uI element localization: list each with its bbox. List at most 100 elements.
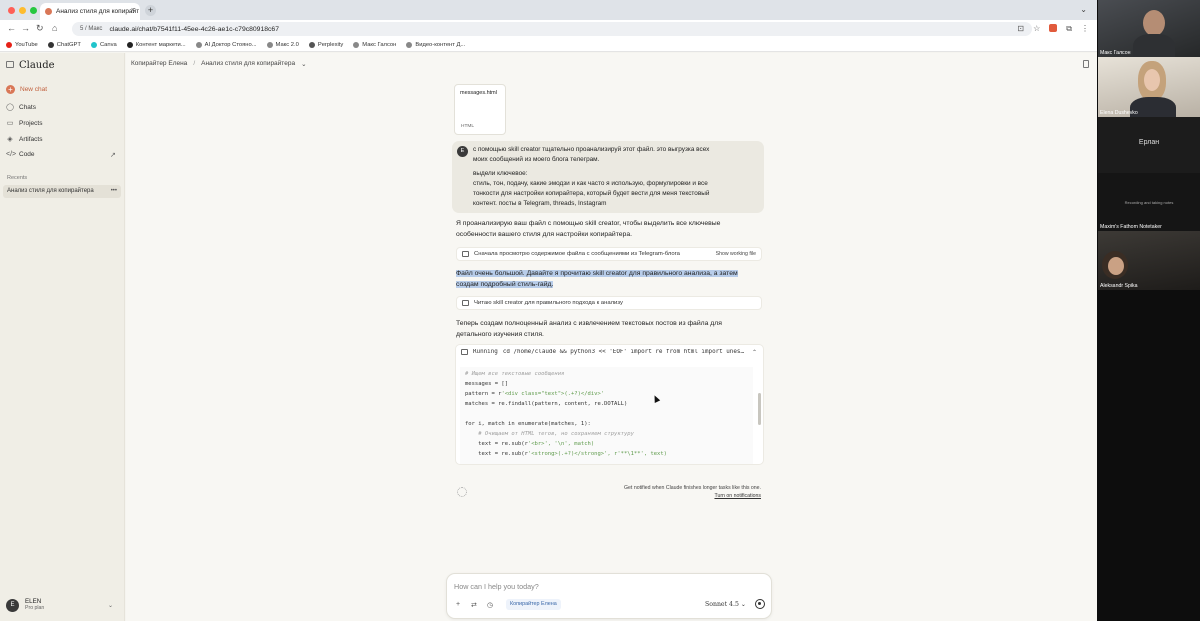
code-body: # Ищем все текстовые сообщения messages … bbox=[460, 367, 753, 464]
forward-arrow-icon[interactable]: → bbox=[21, 23, 30, 33]
external-link-icon[interactable]: ↗ bbox=[110, 151, 116, 159]
attachment-card[interactable]: messages.html HTML bbox=[454, 84, 506, 135]
breadcrumb-separator: / bbox=[193, 60, 196, 67]
message-composer: How can I help you today? + ⇄ ◷ Копирайт… bbox=[446, 573, 772, 619]
site-icon bbox=[266, 41, 273, 48]
model-selector[interactable]: Sonnet 4.5 ⌄ bbox=[705, 601, 746, 608]
video-tile[interactable]: Макс Галсон bbox=[1098, 0, 1200, 57]
notification-prompt: Get notified when Claude finishes longer… bbox=[624, 485, 761, 499]
user-message-line: контент. посты в Telegram, threads, Inst… bbox=[473, 200, 607, 207]
extension-icon[interactable] bbox=[1049, 24, 1058, 32]
close-tab-icon[interactable]: × bbox=[131, 7, 135, 14]
user-menu[interactable]: E ELEN Pro plan bbox=[6, 598, 44, 612]
chevron-down-icon[interactable]: ⌄ bbox=[301, 60, 306, 68]
history-clock-icon[interactable]: ◷ bbox=[487, 601, 493, 609]
url-field[interactable]: 5 / Макс claude.ai/chat/b7541f11-45ee-4c… bbox=[72, 22, 1032, 36]
sidebar-item-code[interactable]: </> Code bbox=[6, 151, 35, 158]
toolbar-icons: ⊡ ☆ ⧉ ⋮ bbox=[1017, 24, 1089, 34]
tab-title: Анализ стиля для копирайт bbox=[56, 8, 140, 15]
bookmark-canva[interactable]: Canva bbox=[90, 41, 117, 48]
bookmark-chatgpt[interactable]: ChatGPT bbox=[47, 41, 81, 48]
video-tile[interactable]: Recording and taking notes Maxim's Fatho… bbox=[1098, 173, 1200, 231]
participant-face bbox=[1108, 257, 1124, 275]
video-tile[interactable]: Aleksandr Spika bbox=[1098, 231, 1200, 290]
tab-list-chevron-icon[interactable]: ⌄ bbox=[1080, 5, 1087, 14]
new-chat-button[interactable]: + New chat bbox=[6, 85, 47, 94]
bookmark-maks-2[interactable]: Макс 2.0 bbox=[266, 41, 299, 48]
bookmark-perplexity[interactable]: Perplexity bbox=[308, 41, 343, 48]
sidebar-item-artifacts[interactable]: ◈ Artifacts bbox=[6, 135, 42, 144]
tools-toggle-icon[interactable]: ⇄ bbox=[471, 601, 477, 609]
video-tile[interactable]: Elena Dushevko bbox=[1098, 57, 1200, 117]
site-icon bbox=[353, 41, 360, 48]
sidebar-item-projects[interactable]: ▭ Projects bbox=[6, 119, 43, 128]
puzzle-extensions-icon[interactable]: ⧉ bbox=[1066, 24, 1072, 34]
folder-icon: ▭ bbox=[6, 120, 14, 127]
user-name: ELEN bbox=[25, 598, 42, 605]
reload-icon[interactable]: ↻ bbox=[36, 23, 44, 34]
project-chip[interactable]: Копирайтер Елена bbox=[506, 599, 561, 610]
more-options-icon[interactable]: ••• bbox=[111, 185, 117, 198]
sidebar: Claude + New chat ◯ Chats ▭ Projects ◈ A… bbox=[0, 53, 125, 621]
bookmark-content-marketing[interactable]: Контент маркети... bbox=[126, 41, 186, 48]
breadcrumb-project[interactable]: Копирайтер Елена bbox=[131, 60, 187, 68]
tool-call-view-file[interactable]: Сначала просмотрю содержимое файла с соо… bbox=[456, 247, 762, 261]
show-working-file-button[interactable]: Show working file bbox=[716, 251, 756, 257]
message-input[interactable]: How can I help you today? bbox=[454, 582, 539, 591]
bookmark-star-icon[interactable]: ☆ bbox=[1033, 24, 1040, 34]
loading-spinner-icon bbox=[457, 487, 467, 497]
user-message-line: стиль, тон, подачу, какие эмодзи и как ч… bbox=[473, 180, 708, 187]
user-message-line: моих сообщений из моего блога телеграм. bbox=[473, 156, 600, 163]
attachment-name: messages.html bbox=[460, 90, 497, 96]
bookmark-ai-doctor[interactable]: AI Доктор Стоянo... bbox=[195, 41, 257, 48]
site-icon bbox=[126, 41, 133, 48]
chat-bubble-icon: ◯ bbox=[6, 104, 14, 111]
sidebar-toggle-icon[interactable] bbox=[6, 61, 14, 68]
chevron-up-icon[interactable]: ⌃ bbox=[752, 349, 757, 355]
code-execution-block[interactable]: Running cd /home/claude && python3 << 'E… bbox=[455, 344, 764, 465]
bookmark-youtube[interactable]: YouTube bbox=[6, 41, 38, 48]
browser-tab[interactable]: Анализ стиля для копирайт × bbox=[40, 3, 140, 20]
new-tab-button[interactable]: + bbox=[145, 5, 156, 16]
tab-strip: Анализ стиля для копирайт × + ⌄ bbox=[0, 0, 1097, 20]
chat-main: Копирайтер Елена / Анализ стиля для копи… bbox=[126, 53, 1097, 621]
back-arrow-icon[interactable]: ← bbox=[7, 23, 16, 33]
home-icon[interactable]: ⌂ bbox=[52, 23, 57, 33]
turn-on-notifications-link[interactable]: Turn on notifications bbox=[714, 493, 761, 499]
avatar: E bbox=[6, 598, 19, 612]
sidebar-item-chats[interactable]: ◯ Chats bbox=[6, 103, 36, 112]
code-line: # Очищаем от HTML тегов, но сохраняем ст… bbox=[465, 431, 634, 437]
plus-icon[interactable]: + bbox=[456, 601, 460, 608]
user-message-line: выдели ключевое: bbox=[473, 170, 528, 177]
artifacts-icon: ◈ bbox=[7, 136, 13, 143]
video-tile[interactable]: Ерлан bbox=[1098, 117, 1200, 173]
claude-logo[interactable]: Claude bbox=[19, 60, 55, 71]
menu-dots-icon[interactable]: ⋮ bbox=[1081, 24, 1089, 34]
document-icon[interactable] bbox=[1083, 60, 1089, 68]
profile-chip[interactable]: 5 / Макс bbox=[80, 26, 102, 32]
site-icon bbox=[406, 41, 413, 48]
bookmark-maks-galson[interactable]: Макс Галсон bbox=[353, 41, 396, 48]
install-app-icon[interactable]: ⊡ bbox=[1017, 24, 1024, 34]
code-block-header[interactable]: Running cd /home/claude && python3 << 'E… bbox=[461, 349, 757, 355]
assistant-intro: Я проанализирую ваш файл с помощью skill… bbox=[456, 220, 721, 238]
code-line: text = re.sub(r'<br>', '\n', match) bbox=[465, 441, 595, 447]
breadcrumb-chat-title[interactable]: Анализ стиля для копирайтера bbox=[201, 60, 295, 68]
send-voice-icon[interactable] bbox=[755, 599, 765, 609]
running-command: cd /home/claude && python3 << 'EOF' impo… bbox=[502, 349, 744, 355]
assistant-next-text: Теперь создам полноценный анализ с извле… bbox=[456, 320, 722, 338]
tool-call-read-skill[interactable]: Читаю skill creator для правильного подх… bbox=[456, 296, 762, 310]
user-message-line: с помощью skill creator тщательно проана… bbox=[473, 146, 710, 153]
code-scrollbar[interactable] bbox=[758, 393, 761, 425]
code-line: matches = re.findall(pattern, content, r… bbox=[465, 401, 628, 407]
bookmark-video-content[interactable]: Видео-контент Д... bbox=[406, 41, 465, 48]
maximize-window-button[interactable] bbox=[30, 7, 37, 14]
canva-icon bbox=[90, 41, 97, 48]
close-window-button[interactable] bbox=[8, 7, 15, 14]
chevron-down-icon[interactable]: ⌄ bbox=[108, 602, 113, 609]
recent-chat-item[interactable]: Анализ стиля для копирайтера ••• bbox=[3, 185, 121, 198]
minimize-window-button[interactable] bbox=[19, 7, 26, 14]
bookmarks-bar: YouTube ChatGPT Canva Контент маркети...… bbox=[0, 38, 1097, 52]
participant-face bbox=[1144, 69, 1160, 91]
window-controls bbox=[8, 7, 37, 14]
